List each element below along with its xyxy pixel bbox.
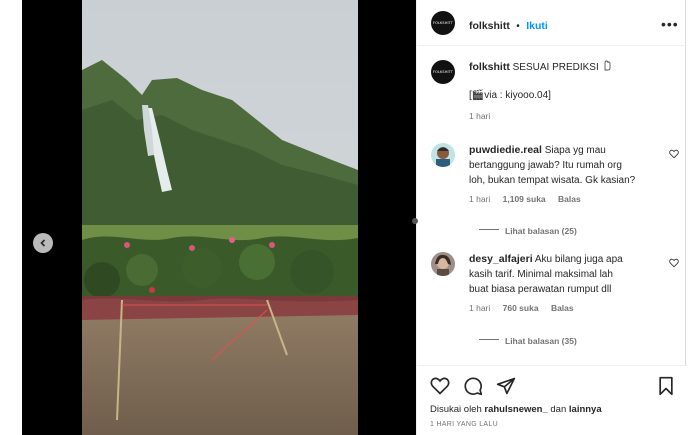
view-replies-button[interactable]: Lihat balasan (35)	[479, 331, 577, 349]
comment-likes[interactable]: 1,109 suka	[503, 194, 546, 204]
scroll-indicator	[412, 218, 418, 224]
caption-time[interactable]: 1 hari	[469, 111, 490, 121]
comment-like-icon[interactable]	[669, 258, 679, 268]
post-actions-bar: Disukai oleh rahulsnewen_ dan lainnya 1 …	[417, 365, 687, 435]
liked-by-and: dan	[547, 404, 569, 415]
view-replies-button[interactable]: Lihat balasan (25)	[479, 221, 577, 239]
comment-text-line: Aku bilang juga apa	[532, 254, 623, 265]
comment-like-icon[interactable]	[669, 149, 679, 159]
replies-divider	[479, 339, 499, 341]
author-avatar[interactable]: FOLKSHITT	[431, 11, 455, 35]
comment-text-line: loh, bukan tempat wisata. Gk kasian?	[469, 175, 636, 186]
previous-media-button[interactable]	[33, 233, 53, 253]
follow-separator: •	[516, 21, 520, 32]
comment-reply-button[interactable]: Balas	[551, 303, 574, 313]
comment-text-line: Siapa yg mau	[541, 145, 606, 156]
hand-emoji-icon	[604, 60, 610, 71]
avatar-logo-text: FOLKSHITT	[432, 21, 453, 25]
share-send-icon[interactable]	[496, 376, 516, 396]
liked-by-prefix: Disukai oleh	[430, 404, 485, 415]
comment-text-line: buat biasa perawatan rumput dll	[469, 284, 612, 295]
liked-by-text: Disukai oleh rahulsnewen_ dan lainnya	[430, 404, 602, 415]
author-username[interactable]: folkshitt	[469, 20, 510, 32]
more-options-icon[interactable]: •••	[661, 16, 679, 32]
commenter-avatar-image	[431, 143, 455, 167]
like-heart-icon[interactable]	[430, 376, 450, 396]
commenter-avatar-image	[431, 252, 455, 276]
comment-username[interactable]: desy_alfajeri	[469, 253, 533, 265]
caption-avatar[interactable]: FOLKSHITT	[431, 60, 455, 84]
chevron-left-icon	[40, 239, 46, 247]
caption-credit: [🎬via : kiyooo.04]	[469, 90, 551, 101]
comment-username[interactable]: puwdiedie.real	[469, 144, 542, 156]
commenter-avatar[interactable]	[431, 143, 455, 167]
comment-time[interactable]: 1 hari	[469, 194, 490, 204]
post-time-ago[interactable]: 1 HARI YANG LALU	[430, 421, 498, 428]
caption-text: SESUAI PREDIKSI	[509, 62, 599, 73]
comment-bubble-icon[interactable]	[463, 376, 483, 396]
waterfall-scene-image	[82, 0, 358, 435]
view-replies-label: Lihat balasan (35)	[505, 336, 577, 346]
comment-likes[interactable]: 760 suka	[503, 303, 539, 313]
comment-reply-button[interactable]: Balas	[558, 194, 581, 204]
comment-time[interactable]: 1 hari	[469, 303, 490, 313]
bookmark-save-icon[interactable]	[657, 376, 675, 396]
caption-avatar-logo-text: FOLKSHITT	[432, 70, 453, 74]
liked-by-others[interactable]: lainnya	[569, 404, 602, 415]
caption-username[interactable]: folkshitt	[469, 61, 510, 73]
commenter-avatar[interactable]	[431, 252, 455, 276]
post-sidebar: FOLKSHITT folkshitt • Ikuti ••• FOLKSHIT…	[416, 0, 687, 435]
view-replies-label: Lihat balasan (25)	[505, 226, 577, 236]
comment-text-line: kasih tarif. Minimal maksimal lah	[469, 269, 613, 280]
post-video[interactable]	[82, 0, 358, 435]
liked-by-user[interactable]: rahulsnewen_	[484, 404, 547, 415]
post-header: FOLKSHITT folkshitt • Ikuti •••	[417, 0, 687, 46]
comment-text-line: bertanggung jawab? Itu rumah org	[469, 160, 622, 171]
replies-divider	[479, 229, 499, 231]
follow-button[interactable]: Ikuti	[526, 20, 548, 32]
